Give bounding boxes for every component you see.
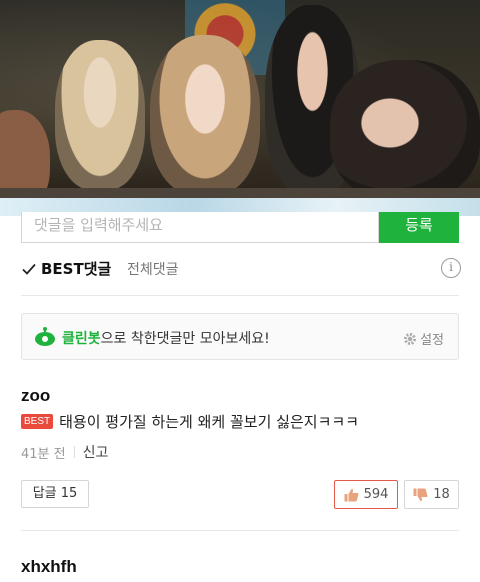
comment-text: 태용이 평가질 하는게 왜케 꼴보기 싫은지ㅋㅋㅋ (59, 413, 359, 431)
comment-meta: 41분 전 신고 (21, 442, 108, 462)
thumbs-down-icon (413, 488, 428, 501)
best-badge: BEST (21, 414, 54, 429)
comment-input[interactable]: 댓글을 입력해주세요 (21, 212, 379, 243)
check-icon (22, 263, 36, 275)
submit-button[interactable]: 등록 (379, 212, 459, 243)
video-frame-photo (0, 0, 480, 200)
cleanbot-message: 클린봇으로 착한댓글만 모아보세요! (62, 328, 270, 348)
cleanbot-banner: 클린봇으로 착한댓글만 모아보세요! 설정 (21, 313, 459, 360)
comment-username[interactable]: xhxhfh (21, 557, 77, 577)
reply-button[interactable]: 답글 15 (21, 480, 89, 508)
cleanbot-settings-button[interactable]: 설정 (403, 329, 444, 348)
dislike-count: 18 (433, 487, 450, 502)
meta-separator (73, 446, 75, 458)
person-figure (55, 40, 145, 190)
cleanbot-highlight[interactable]: 클린봇 (62, 331, 101, 347)
divider (21, 530, 459, 531)
thumbs-up-icon (344, 488, 359, 501)
person-figure (150, 35, 260, 195)
gear-icon (404, 332, 417, 345)
cleanbot-message-text: 으로 착한댓글만 모아보세요! (100, 331, 270, 347)
like-button[interactable]: 594 (334, 480, 398, 509)
report-link[interactable]: 신고 (83, 442, 109, 462)
dislike-button[interactable]: 18 (404, 480, 459, 509)
info-icon[interactable]: i (441, 258, 461, 278)
cleanbot-robot-icon (35, 327, 55, 346)
tab-best-comments[interactable]: BEST댓글 (21, 258, 111, 279)
divider (21, 295, 459, 296)
comment-body: BEST 태용이 평가질 하는게 왜케 꼴보기 싫은지ㅋㅋㅋ (21, 411, 359, 432)
tab-all-comments[interactable]: 전체댓글 (127, 259, 179, 279)
person-figure (330, 60, 480, 200)
comment-username[interactable]: zoo (21, 386, 50, 406)
like-count: 594 (363, 487, 389, 502)
comment-time: 41분 전 (21, 446, 66, 462)
settings-label: 설정 (420, 333, 444, 348)
tab-best-label: BEST댓글 (41, 260, 112, 278)
comment-sort-tabs: BEST댓글 전체댓글 i (21, 258, 461, 284)
